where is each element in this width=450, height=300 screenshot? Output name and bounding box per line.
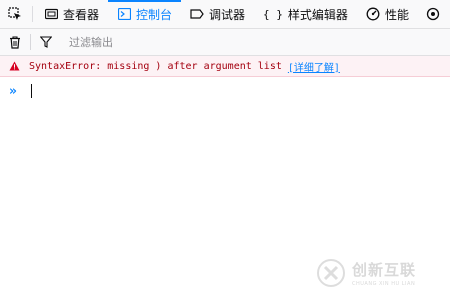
prompt-chevron-icon: »: [9, 83, 17, 99]
tab-label: 性能: [384, 7, 409, 22]
tab-inspector[interactable]: 查看器: [35, 0, 108, 28]
element-picker-icon: [8, 7, 21, 20]
watermark-logo: 创新互联 CHUANG XIN HU LIAN: [316, 253, 446, 293]
tab-console[interactable]: 控制台: [108, 0, 182, 28]
console-input-row[interactable]: »: [0, 80, 450, 102]
console-error-row: SyntaxError: missing ) after argument li…: [0, 56, 450, 77]
memory-icon: [426, 7, 440, 21]
console-icon: [117, 7, 131, 21]
element-picker-button[interactable]: [0, 0, 30, 28]
filter-toggle-button[interactable]: [31, 29, 61, 55]
tab-performance[interactable]: 性能: [357, 0, 418, 28]
filter-icon: [40, 36, 52, 48]
watermark-cn: 创新互联: [352, 261, 417, 279]
clear-console-button[interactable]: [0, 29, 30, 55]
trash-icon: [10, 35, 20, 49]
style-editor-icon: { }: [263, 7, 283, 21]
watermark-en: CHUANG XIN HU LIAN: [352, 281, 416, 287]
error-message: SyntaxError: missing ) after argument li…: [29, 60, 282, 72]
tab-label: 样式编辑器: [287, 7, 348, 22]
learn-more-link[interactable]: [详细了解]: [288, 59, 340, 74]
toolbar-separator: [32, 6, 33, 22]
error-warning-icon: [9, 61, 23, 71]
console-filter-bar: [0, 29, 450, 56]
text-caret: [31, 84, 32, 98]
inspector-icon: [44, 7, 58, 21]
performance-icon: [366, 7, 380, 21]
tab-style-editor[interactable]: { } 样式编辑器: [254, 0, 357, 28]
filter-output-input[interactable]: [67, 34, 371, 50]
tab-debugger[interactable]: 调试器: [181, 0, 254, 28]
tab-label: 控制台: [136, 7, 173, 22]
debugger-icon: [190, 7, 204, 21]
watermark-text: 创新互联 CHUANG XIN HU LIAN: [352, 259, 416, 287]
tab-overflow[interactable]: [418, 0, 449, 28]
tab-label: 调试器: [209, 7, 246, 22]
watermark-logo-icon: [317, 259, 345, 287]
devtools-toolbar: 查看器 控制台 调试器 { } 样式编辑器 性能: [0, 0, 450, 29]
tab-label: 查看器: [63, 7, 100, 22]
